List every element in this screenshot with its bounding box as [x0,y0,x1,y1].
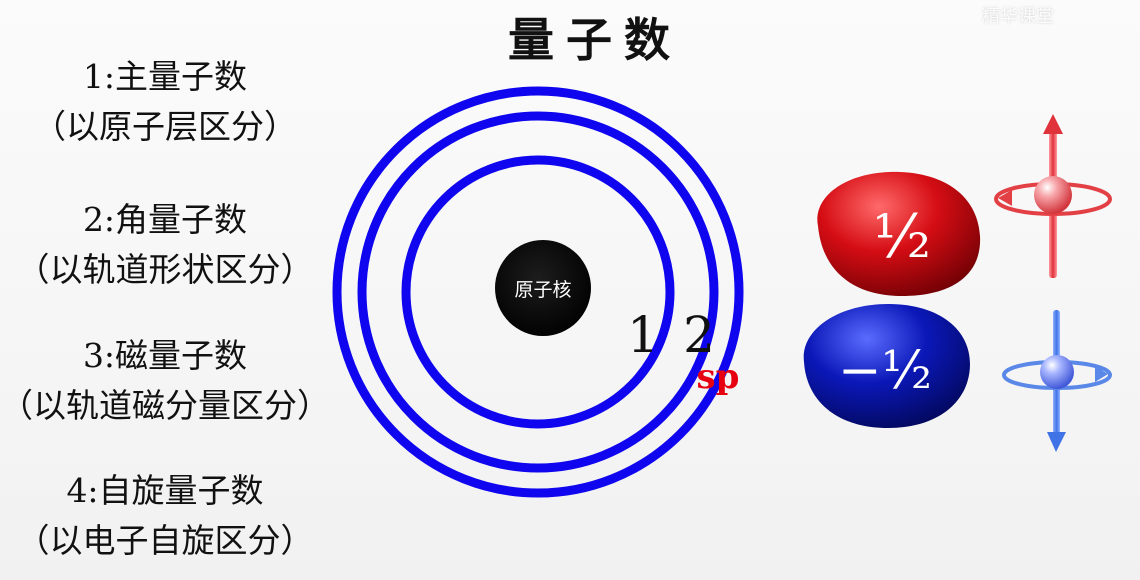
spin-down-value: −½ [838,341,932,401]
shell-number-1: 1 [627,306,659,364]
spin-down-icon [1002,310,1112,452]
shell-number-2: 2 [683,306,715,364]
spin-up-value: ½ [873,202,931,272]
subshell-label: sp [697,357,740,397]
atom-diagram: 原子核 1 2 sp ½ −½ [332,86,1112,498]
nucleus-label: 原子核 [514,279,571,301]
spin-up-icon [994,114,1112,278]
